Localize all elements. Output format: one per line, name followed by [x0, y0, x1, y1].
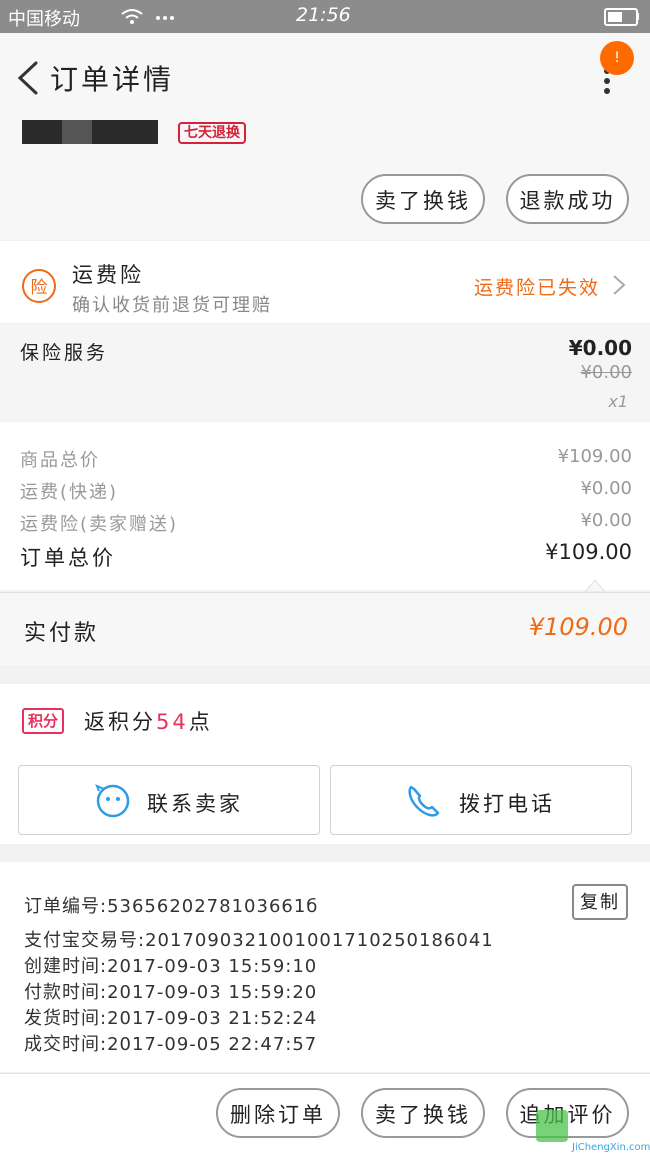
- product-thumbnail[interactable]: [22, 120, 158, 144]
- points-prefix: 返积分: [84, 710, 156, 734]
- shipping-label: 运费(快递): [20, 482, 119, 503]
- sell-for-cash-footer-button[interactable]: 卖了换钱: [361, 1088, 485, 1138]
- refund-success-button[interactable]: 退款成功: [506, 174, 629, 224]
- watermark-logo-icon: [536, 1110, 568, 1142]
- carrier-name: 中国移动: [8, 9, 80, 30]
- notification-badge[interactable]: !: [600, 41, 634, 75]
- sell-for-cash-button[interactable]: 卖了换钱: [361, 174, 485, 224]
- watermark-text: JiChengXin.com: [572, 1142, 650, 1153]
- wifi-icon: [121, 9, 174, 24]
- amount-paid-row: 实付款 ¥109.00: [0, 592, 650, 665]
- phone-icon: [408, 785, 440, 817]
- header: 订单详情 !: [0, 33, 650, 118]
- insurance-fee-label: 运费险(卖家赠送): [20, 514, 179, 535]
- insurance-service-row: 保险服务 ¥0.00 ¥0.00 x1: [0, 324, 650, 421]
- footer-actions: 删除订单 卖了换钱 追加评价 JiChengXin.com: [0, 1073, 650, 1156]
- shipping-value: ¥0.00: [580, 478, 632, 499]
- product-section: 七天退换 卖了换钱 退款成功: [0, 118, 650, 240]
- delete-order-button[interactable]: 删除订单: [216, 1088, 340, 1138]
- status-bar: 中国移动 21:56: [0, 0, 650, 33]
- service-quantity: x1: [608, 392, 628, 411]
- insurance-status: 运费险已失效: [474, 277, 601, 299]
- service-original-price: ¥0.00: [580, 362, 632, 383]
- service-price: ¥0.00: [568, 336, 632, 360]
- alipay-trade-number: 支付宝交易号:2017090321001001710250186041: [24, 930, 494, 951]
- order-number: 订单编号:5365620278103661б: [24, 896, 319, 917]
- completed-time: 成交时间:2017-09-05 22:47:57: [24, 1034, 318, 1055]
- contact-seller-button[interactable]: 联系卖家: [18, 765, 320, 835]
- order-info-section: 订单编号:5365620278103661б 支付宝交易号:2017090321…: [0, 862, 650, 1072]
- insurance-title: 运费险: [72, 263, 144, 287]
- back-arrow-icon[interactable]: [14, 61, 42, 95]
- caret-up-icon: [585, 579, 605, 592]
- points-and-contact-section: 积分 返积分54点 联系卖家 拨打电话: [0, 684, 650, 844]
- order-total-value: ¥109.00: [545, 540, 632, 564]
- amount-paid-value: ¥109.00: [528, 613, 628, 641]
- created-time: 创建时间:2017-09-03 15:59:10: [24, 956, 318, 977]
- site-watermark: JiChengXin.com: [528, 1108, 650, 1156]
- battery-icon: [604, 8, 638, 26]
- order-total-label: 订单总价: [20, 546, 116, 570]
- service-label: 保险服务: [20, 342, 109, 364]
- amount-paid-label: 实付款: [24, 621, 100, 646]
- call-phone-label: 拨打电话: [459, 792, 555, 816]
- clock: 21:56: [296, 4, 351, 26]
- chat-bubble-icon: [95, 784, 130, 818]
- copy-order-number-button[interactable]: 复制: [572, 884, 628, 920]
- insurance-fee-value: ¥0.00: [580, 510, 632, 531]
- seven-day-return-badge: 七天退换: [178, 122, 246, 144]
- points-tag: 积分: [22, 708, 65, 734]
- insurance-icon: 险: [22, 269, 56, 303]
- price-breakdown: 商品总价 ¥109.00 运费(快递) ¥0.00 运费险(卖家赠送) ¥0.0…: [0, 422, 650, 590]
- points-suffix: 点: [188, 710, 213, 734]
- insurance-subtitle: 确认收货前退货可理赔: [72, 295, 272, 316]
- chevron-right-icon: [613, 275, 626, 295]
- page-title: 订单详情: [50, 63, 175, 96]
- call-phone-button[interactable]: 拨打电话: [330, 765, 632, 835]
- shipped-time: 发货时间:2017-09-03 21:52:24: [24, 1008, 318, 1029]
- points-reward-text: 返积分54点: [84, 706, 213, 736]
- shipping-insurance-row[interactable]: 险 运费险 确认收货前退货可理赔 运费险已失效: [0, 241, 650, 323]
- goods-total-value: ¥109.00: [557, 446, 632, 467]
- contact-seller-label: 联系卖家: [147, 792, 243, 816]
- paid-time: 付款时间:2017-09-03 15:59:20: [24, 982, 318, 1003]
- points-value: 54: [156, 710, 189, 734]
- goods-total-label: 商品总价: [20, 450, 100, 471]
